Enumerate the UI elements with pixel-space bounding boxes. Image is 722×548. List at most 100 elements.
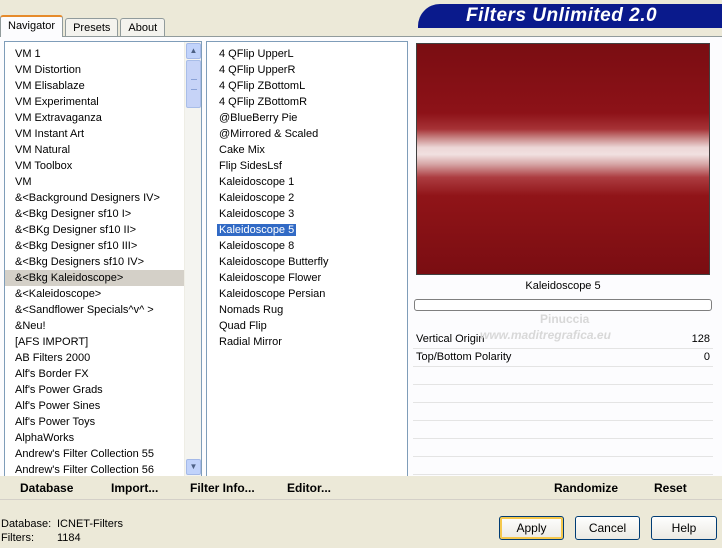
category-item[interactable]: Alf's Power Toys [5, 414, 201, 430]
category-item[interactable]: &<BKg Designer sf10 II> [5, 222, 201, 238]
filter-item[interactable]: 4 QFlip ZBottomR [207, 94, 407, 110]
category-item[interactable]: &<Bkg Kaleidoscope> [5, 270, 201, 286]
category-item[interactable]: AB Filters 2000 [5, 350, 201, 366]
filter-item[interactable]: Kaleidoscope Butterfly [207, 254, 407, 270]
reset-button[interactable]: Reset [654, 481, 687, 495]
filters-count: 1184 [57, 532, 81, 544]
category-item[interactable]: VM Toolbox [5, 158, 201, 174]
category-item[interactable]: &<Kaleidoscope> [5, 286, 201, 302]
filter-item[interactable]: Kaleidoscope 2 [207, 190, 407, 206]
tab-bar: Navigator Presets About [0, 15, 167, 37]
filters-label: Filters: [1, 532, 34, 544]
apply-button[interactable]: Apply [499, 516, 564, 540]
filter-item[interactable]: Kaleidoscope 1 [207, 174, 407, 190]
category-item[interactable]: VM Extravaganza [5, 110, 201, 126]
category-item[interactable]: VM Natural [5, 142, 201, 158]
category-item[interactable]: &<Sandflower Specials^v^ > [5, 302, 201, 318]
database-value: ICNET-Filters [57, 518, 123, 530]
filter-item[interactable]: Nomads Rug [207, 302, 407, 318]
tab-about[interactable]: About [120, 18, 166, 37]
filter-item-label: 4 QFlip UpperL [219, 48, 294, 60]
category-item[interactable]: Andrew's Filter Collection 55 [5, 446, 201, 462]
parameter-value: 0 [703, 351, 710, 363]
filter-item-label: Kaleidoscope 1 [219, 176, 295, 188]
filter-item[interactable]: Kaleidoscope Flower [207, 270, 407, 286]
parameter-value: 128 [691, 333, 710, 345]
filter-item[interactable]: 4 QFlip ZBottomL [207, 78, 407, 94]
category-item[interactable]: Alf's Power Grads [5, 382, 201, 398]
progress-bar [414, 299, 712, 311]
preview-image [416, 43, 710, 275]
preview-label: Kaleidoscope 5 [525, 280, 601, 292]
cancel-button[interactable]: Cancel [575, 516, 640, 540]
chevron-up-icon: ▲ [189, 46, 198, 55]
filter-item[interactable]: 4 QFlip UpperL [207, 46, 407, 62]
category-item[interactable]: &Neu! [5, 318, 201, 334]
logo-text: Filters Unlimited 2.0 [466, 5, 658, 26]
filter-item[interactable]: @Mirrored & Scaled [207, 126, 407, 142]
import-button[interactable]: Import... [111, 481, 158, 495]
database-button[interactable]: Database [20, 481, 73, 495]
scroll-down-button[interactable]: ▼ [186, 459, 201, 475]
filter-item[interactable]: Flip SidesLsf [207, 158, 407, 174]
scroll-up-button[interactable]: ▲ [186, 43, 201, 59]
parameter-row[interactable]: Vertical Origin 128 [413, 331, 713, 349]
parameter-row [413, 385, 713, 403]
category-scrollbar[interactable]: ▲ ▼ [184, 42, 201, 476]
filter-item[interactable]: @BlueBerry Pie [207, 110, 407, 126]
parameter-name: Vertical Origin [416, 333, 485, 345]
category-item[interactable]: &<Bkg Designer sf10 I> [5, 206, 201, 222]
filter-item[interactable]: Kaleidoscope Persian [207, 286, 407, 302]
filter-item[interactable]: Radial Mirror [207, 334, 407, 350]
filter-item[interactable]: Kaleidoscope 3 [207, 206, 407, 222]
filter-item[interactable]: Kaleidoscope 8 [207, 238, 407, 254]
filter-item[interactable]: Cake Mix [207, 142, 407, 158]
category-item[interactable]: VM Elisablaze [5, 78, 201, 94]
database-label: Database: [1, 518, 52, 530]
category-item[interactable]: &<Bkg Designers sf10 IV> [5, 254, 201, 270]
category-item[interactable]: AlphaWorks [5, 430, 201, 446]
category-item[interactable]: Alf's Power Sines [5, 398, 201, 414]
category-item[interactable]: VM Experimental [5, 94, 201, 110]
category-item[interactable]: &<Bkg Designer sf10 III> [5, 238, 201, 254]
filter-list[interactable]: 4 QFlip UpperL 4 QFlip UpperR 4 QFlip ZBot… [206, 41, 408, 477]
footer-info: Database: ICNET-Filters Filters: 1184 [1, 517, 123, 545]
filter-info-button[interactable]: Filter Info... [190, 481, 255, 495]
filter-item[interactable]: Quad Flip [207, 318, 407, 334]
category-items: VM 1 VM Distortion VM Elisablaze VM Experim… [5, 42, 201, 476]
filter-item-label: Flip SidesLsf [219, 160, 282, 172]
filter-item-label: Cake Mix [219, 144, 265, 156]
filter-item[interactable]: Kaleidoscope 5 [207, 222, 407, 238]
help-button[interactable]: Help [651, 516, 717, 540]
category-item[interactable]: VM Instant Art [5, 126, 201, 142]
filter-item-label: 4 QFlip ZBottomR [219, 96, 308, 108]
chevron-down-icon: ▼ [189, 462, 198, 471]
parameter-row [413, 367, 713, 385]
editor-button[interactable]: Editor... [287, 481, 331, 495]
category-item[interactable]: Alf's Border FX [5, 366, 201, 382]
filter-items: 4 QFlip UpperL 4 QFlip UpperR 4 QFlip ZBot… [207, 42, 407, 350]
filter-item-label: Kaleidoscope Persian [219, 288, 326, 300]
filter-item-label: 4 QFlip UpperR [219, 64, 296, 76]
filter-item-label: Kaleidoscope 3 [219, 208, 295, 220]
randomize-button[interactable]: Randomize [554, 481, 618, 495]
category-item[interactable]: VM 1 [5, 46, 201, 62]
filter-item-label: Kaleidoscope Butterfly [219, 256, 329, 268]
parameter-row [413, 439, 713, 457]
category-item[interactable]: VM Distortion [5, 62, 201, 78]
parameter-row[interactable]: Top/Bottom Polarity 0 [413, 349, 713, 367]
category-list[interactable]: VM 1 VM Distortion VM Elisablaze VM Experim… [4, 41, 202, 477]
tab-navigator[interactable]: Navigator [0, 15, 64, 37]
tab-presets[interactable]: Presets [65, 18, 119, 37]
scroll-thumb[interactable] [186, 60, 201, 108]
category-item[interactable]: Andrew's Filter Collection 56 [5, 462, 201, 476]
filter-item-label: Kaleidoscope 8 [219, 240, 295, 252]
category-item[interactable]: [AFS IMPORT] [5, 334, 201, 350]
filter-item-label: Kaleidoscope 2 [219, 192, 295, 204]
filter-item[interactable]: 4 QFlip UpperR [207, 62, 407, 78]
navigator-panel: VM 1 VM Distortion VM Elisablaze VM Experim… [0, 36, 722, 477]
app-logo: Filters Unlimited 2.0 [418, 4, 722, 28]
category-item[interactable]: VM [5, 174, 201, 190]
category-item[interactable]: &<Background Designers IV> [5, 190, 201, 206]
filter-item-label: @Mirrored & Scaled [219, 128, 319, 140]
